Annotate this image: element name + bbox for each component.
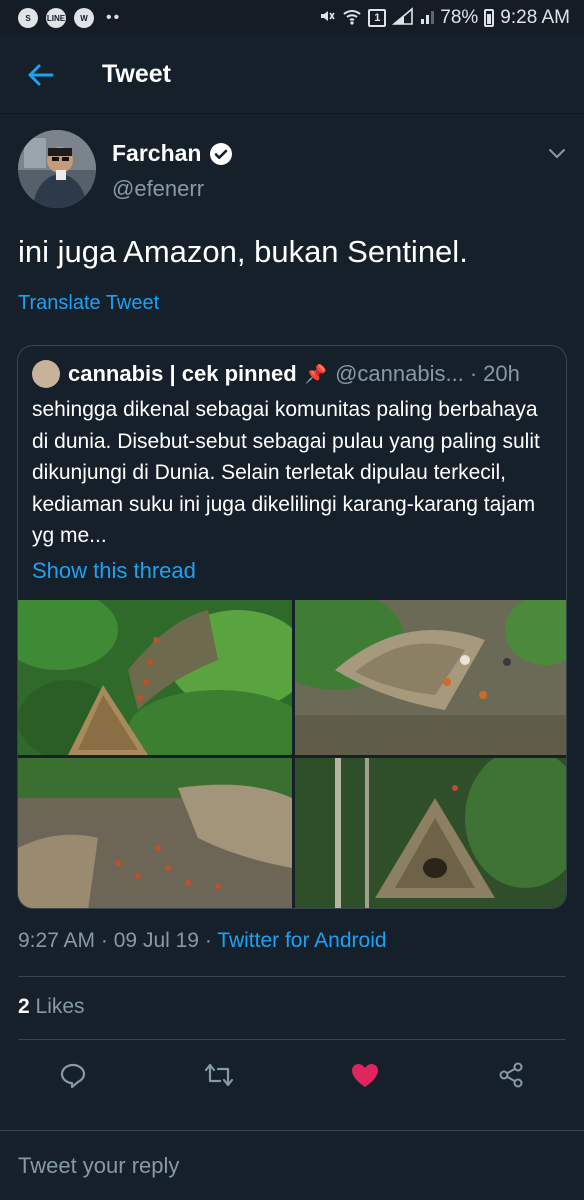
- sim-badge: 1: [368, 9, 387, 27]
- whatsapp-icon: W: [74, 8, 94, 28]
- tweet-date: 09 Jul 19: [113, 929, 199, 952]
- translate-tweet-link[interactable]: Translate Tweet: [18, 292, 159, 315]
- divider: [18, 976, 566, 977]
- likes-count: 2: [18, 995, 30, 1018]
- retweet-button[interactable]: [189, 1045, 249, 1105]
- mute-icon: [318, 7, 336, 30]
- tweet-actions: [0, 1045, 584, 1105]
- separator-dot: ·: [204, 929, 212, 952]
- like-button[interactable]: [335, 1045, 395, 1105]
- author-handle[interactable]: @efenerr: [112, 176, 204, 202]
- top-app-bar: Tweet: [0, 36, 584, 114]
- photo-2[interactable]: [295, 600, 566, 755]
- avatar[interactable]: [18, 130, 96, 208]
- tweet-text: ini juga Amazon, bukan Sentinel.: [18, 234, 468, 269]
- signal-icon-secondary: [420, 7, 435, 30]
- quoted-tweet[interactable]: cannabis | cek pinned 📌 @cannabis... · 2…: [17, 345, 567, 909]
- reply-button[interactable]: [43, 1045, 103, 1105]
- likes-summary[interactable]: 2 Likes: [18, 995, 85, 1019]
- battery-icon: [484, 9, 495, 27]
- signal-icon: [392, 6, 414, 30]
- quoted-avatar: [32, 360, 60, 388]
- quoted-tweet-text: sehingga dikenal sebagai komunitas palin…: [32, 398, 540, 547]
- wifi-icon: [342, 7, 362, 30]
- back-button[interactable]: [0, 36, 80, 114]
- separator-dot: ·: [100, 929, 108, 952]
- reply-input[interactable]: [0, 1131, 584, 1200]
- divider: [18, 1039, 566, 1040]
- battery-level: 78%: [440, 7, 479, 28]
- quoted-time: 20h: [483, 361, 520, 386]
- reply-bar: [0, 1130, 584, 1200]
- separator-dot: ·: [469, 361, 478, 386]
- author-name[interactable]: Farchan: [112, 140, 201, 167]
- tweet-author: Farchan @efenerr: [18, 130, 568, 210]
- verified-badge-icon: [210, 142, 233, 165]
- tweet-time: 9:27 AM: [18, 929, 96, 952]
- retweet-icon: [204, 1063, 234, 1087]
- chevron-down-icon[interactable]: [546, 142, 568, 164]
- page-title: Tweet: [102, 60, 171, 88]
- quoted-author-name: cannabis | cek pinned: [68, 361, 297, 386]
- photo-1[interactable]: [18, 600, 292, 755]
- show-thread-link[interactable]: Show this thread: [32, 558, 196, 584]
- media-grid: [18, 600, 566, 908]
- photo-3[interactable]: [18, 758, 292, 908]
- clock: 9:28 AM: [500, 7, 570, 28]
- snapchat-icon: S: [18, 8, 38, 28]
- tweet-source-link[interactable]: Twitter for Android: [217, 929, 386, 952]
- reply-icon: [60, 1063, 86, 1089]
- share-icon: [499, 1062, 523, 1088]
- quoted-author-handle: @cannabis...: [335, 361, 464, 386]
- photo-4[interactable]: [295, 758, 566, 908]
- more-notifications-indicator: ••: [106, 9, 122, 26]
- share-button[interactable]: [481, 1045, 541, 1105]
- pushpin-icon: 📌: [304, 363, 328, 384]
- status-bar: S LINE W •• 1 78% 9:28 AM: [0, 0, 584, 36]
- line-icon: LINE: [46, 8, 66, 28]
- likes-label: Likes: [35, 995, 85, 1018]
- tweet-metadata: 9:27 AM · 09 Jul 19 · Twitter for Androi…: [18, 929, 387, 953]
- heart-icon: [352, 1064, 378, 1087]
- arrow-left-icon: [28, 64, 54, 85]
